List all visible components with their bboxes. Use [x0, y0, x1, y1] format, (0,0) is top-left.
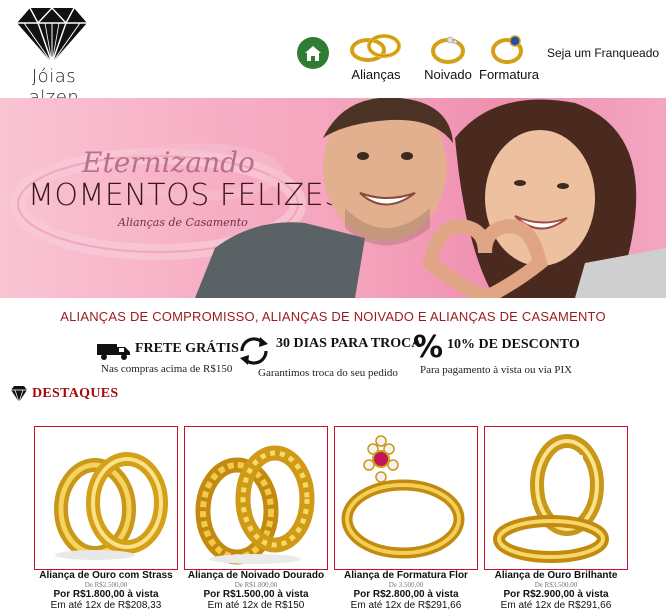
couple-photo — [195, 98, 666, 298]
gold-rings-brilliant-image — [493, 434, 609, 563]
product-old-price: De R$2.500,00 — [84, 581, 128, 589]
benefit-discount-subtitle: Para pagamento à vista ou via PIX — [420, 364, 573, 376]
product-price: Por R$2.800,00 à vista — [353, 589, 459, 600]
product-image[interactable] — [334, 426, 478, 570]
product-installments: Em até 12x de R$291,66 — [350, 600, 462, 611]
section-header-destaques: DESTAQUES — [10, 385, 118, 403]
product-installments: Em até 12x de R$291,66 — [500, 600, 612, 611]
product-card[interactable]: Aliança de Noivado Dourado De R$1.800,00… — [184, 426, 328, 616]
site-logo[interactable]: Jóias alzen — [8, 6, 98, 108]
nav-aliancas-label: Alianças — [351, 67, 401, 82]
product-price: Por R$1.800,00 à vista — [53, 589, 159, 600]
graduation-ring-icon — [491, 35, 523, 64]
home-button[interactable] — [297, 37, 329, 69]
product-name[interactable]: Aliança de Ouro Brilhante — [478, 570, 634, 581]
benefit-exchange-subtitle: Garantimos troca do seu pedido — [258, 367, 398, 379]
diamond-icon — [11, 386, 27, 403]
product-installments: Em até 12x de R$150 — [207, 600, 305, 611]
section-title: DESTAQUES — [32, 386, 119, 401]
percent-icon: % — [413, 330, 444, 365]
truck-icon — [97, 344, 130, 360]
gold-ring-flower-image — [341, 435, 465, 559]
product-name[interactable]: Aliança de Noivado Dourado — [178, 570, 334, 581]
franchise-link[interactable]: Seja um Franqueado — [547, 46, 659, 60]
product-image[interactable] — [184, 426, 328, 570]
product-old-price: De R$1.800,00 — [234, 581, 278, 589]
product-name[interactable]: Aliança de Ouro com Strass — [28, 570, 184, 581]
gold-rings-strass-image — [54, 452, 168, 560]
tagline: ALIANÇAS DE COMPROMISSO, ALIANÇAS DE NOI… — [60, 309, 606, 324]
gold-rings-engagement-image — [195, 445, 315, 565]
product-price: Por R$2.900,00 à vista — [503, 589, 609, 600]
hero-banner[interactable]: Eternizando MOMENTOS FELIZES Alianças de… — [0, 98, 666, 298]
product-price: Por R$1.500,00 à vista — [203, 589, 309, 600]
product-image[interactable] — [484, 426, 628, 570]
benefit-discount-title: 10% DE DESCONTO — [447, 337, 580, 352]
exchange-arrows-icon — [240, 337, 268, 365]
product-name[interactable]: Aliança de Formatura Flor — [328, 570, 484, 581]
product-old-price: De 3.500,00 — [388, 581, 424, 589]
diamond-logo-icon — [17, 6, 87, 64]
product-card[interactable]: Aliança de Ouro Brilhante De R$3.500,00 … — [484, 426, 628, 616]
product-old-price: De R$3.500,00 — [534, 581, 578, 589]
home-icon — [305, 45, 321, 61]
engagement-ring-icon — [431, 36, 465, 64]
benefit-free-shipping-subtitle: Nas compras acima de R$150 — [101, 363, 233, 375]
nav-noivado[interactable]: Noivado — [421, 30, 475, 82]
product-card[interactable]: Aliança de Formatura Flor De 3.500,00 Po… — [334, 426, 478, 616]
nav-formatura[interactable]: Formatura — [476, 30, 542, 82]
wedding-rings-icon — [350, 34, 401, 62]
benefit-exchange-title: 30 DIAS PARA TROCA — [276, 336, 422, 351]
product-card[interactable]: Aliança de Ouro com Strass De R$2.500,00… — [34, 426, 178, 616]
nav-formatura-label: Formatura — [479, 67, 539, 82]
benefit-free-shipping-title: FRETE GRÁTIS — [135, 341, 239, 356]
product-image[interactable] — [34, 426, 178, 570]
nav-noivado-label: Noivado — [424, 67, 472, 82]
nav-aliancas[interactable]: Alianças — [345, 30, 407, 82]
product-installments: Em até 12x de R$208,33 — [50, 600, 162, 611]
